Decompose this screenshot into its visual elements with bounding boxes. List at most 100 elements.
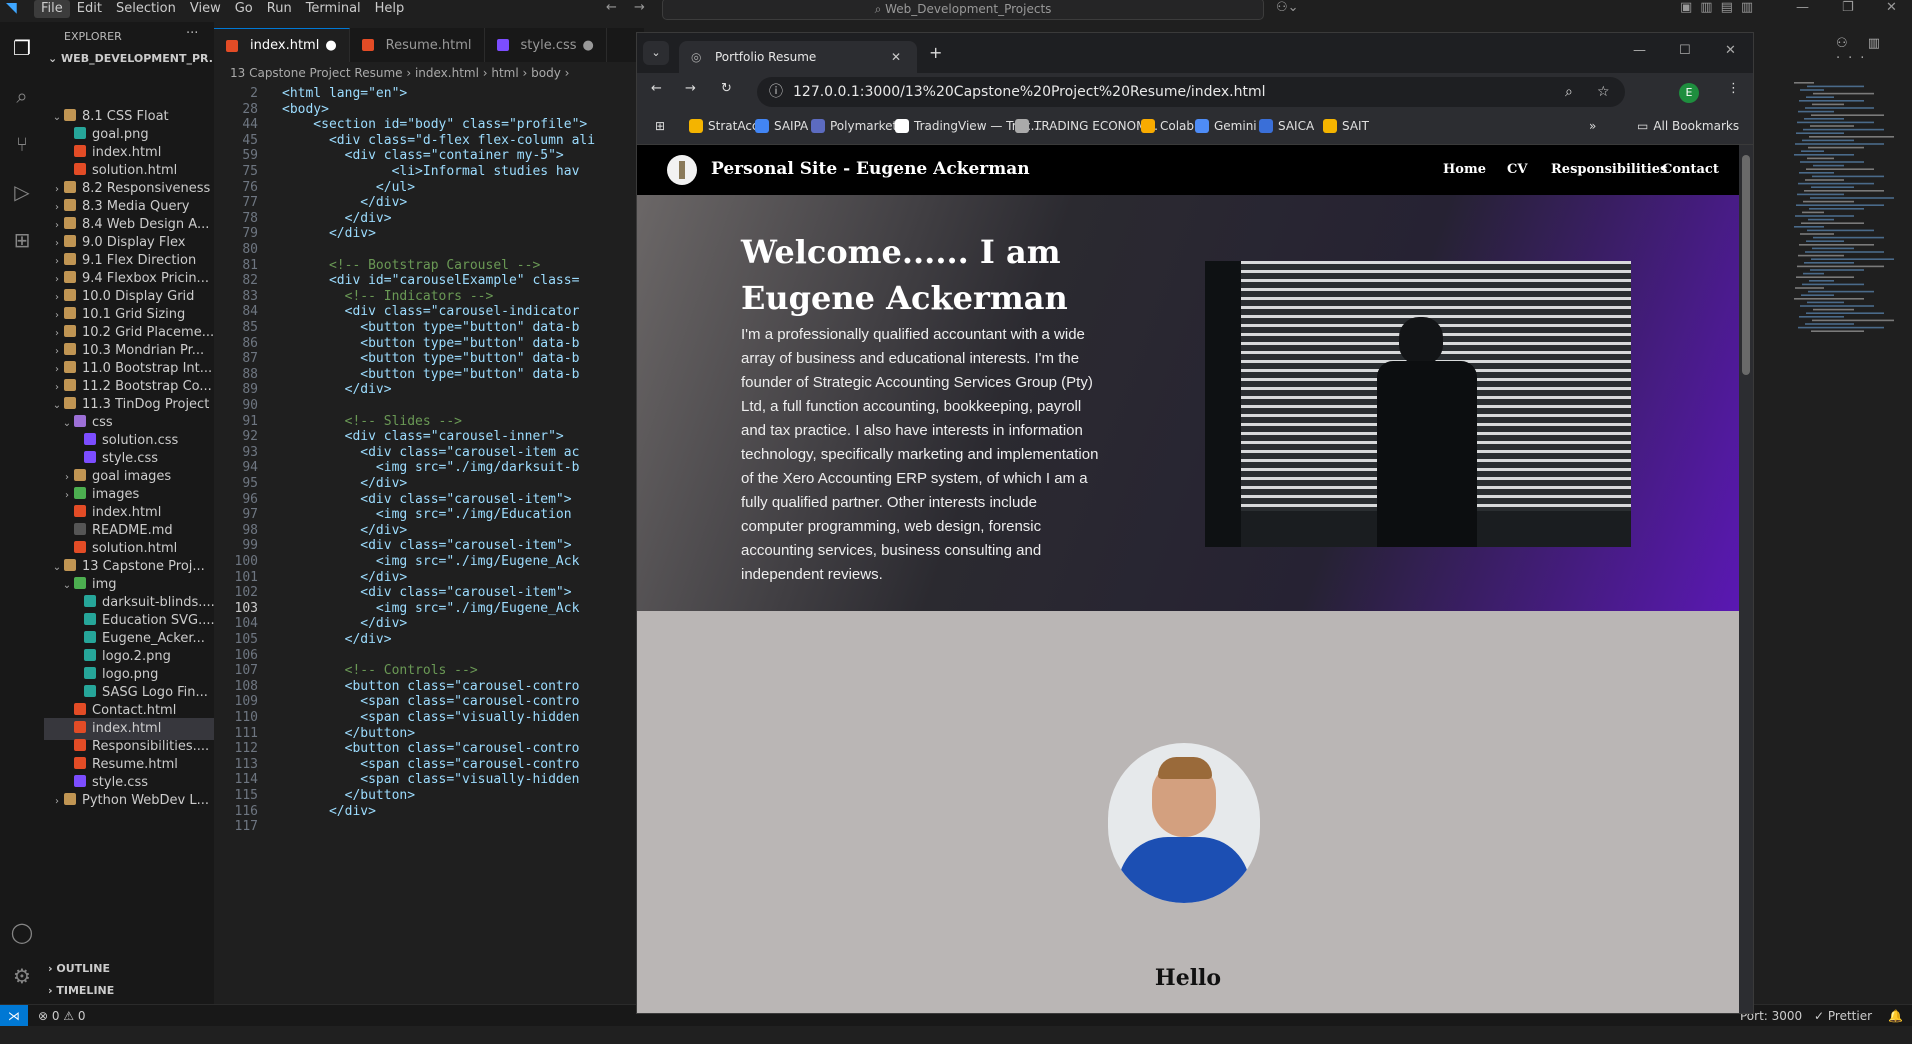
more-bookmarks-icon[interactable]: » — [1589, 119, 1596, 133]
minimize-icon[interactable]: — — [1796, 0, 1809, 15]
extensions-icon[interactable]: ⊞ — [8, 226, 36, 254]
bookmark-star-icon[interactable]: ☆ — [1597, 77, 1610, 107]
problems-indicator[interactable]: ⊗ 0 ⚠ 0 — [38, 1005, 86, 1027]
minimap-line — [1808, 146, 1864, 149]
notifications-bell-icon[interactable]: 🔔 — [1888, 1005, 1903, 1027]
tab-search-icon[interactable]: ⌄ — [643, 41, 669, 65]
bookmark-item[interactable]: Colab — [1141, 119, 1194, 133]
copilot-icon[interactable]: ⚇⌄ — [1276, 0, 1299, 15]
run-debug-icon[interactable]: ▷ — [8, 178, 36, 206]
browser-forward-icon[interactable]: → — [685, 81, 696, 96]
bookmark-item[interactable]: Gemini — [1195, 119, 1257, 133]
timeline-label: TIMELINE — [56, 984, 115, 997]
logo-mark-icon — [679, 161, 685, 179]
browser-close-icon[interactable]: ✕ — [1725, 43, 1736, 58]
scrollbar-thumb[interactable] — [1742, 155, 1750, 375]
breadcrumb[interactable]: 13 Capstone Project Resume › index.html … — [214, 62, 644, 84]
code-line[interactable]: </div> — [282, 224, 376, 243]
tab-style-css[interactable]: style.css ● — [485, 28, 607, 62]
minimap-line — [1802, 139, 1854, 142]
outline-section[interactable]: › OUTLINE — [48, 962, 110, 975]
timeline-section[interactable]: › TIMELINE — [48, 984, 114, 997]
tree-item[interactable]: › Python WebDev L... — [44, 790, 214, 812]
file-icon — [84, 631, 96, 643]
chevron-icon[interactable]: › — [50, 791, 64, 812]
browser-minimize-icon[interactable]: — — [1633, 43, 1646, 58]
file-icon — [74, 703, 86, 715]
nav-contact[interactable]: Contact — [1662, 162, 1719, 177]
browser-scrollbar[interactable] — [1739, 145, 1753, 1013]
source-control-icon[interactable]: ⑂ — [8, 130, 36, 158]
bookmark-favicon-icon — [1015, 119, 1029, 133]
code-line[interactable]: </div> — [282, 802, 376, 821]
bookmark-favicon-icon — [1259, 119, 1273, 133]
site-brand[interactable]: Personal Site - Eugene Ackerman — [711, 159, 1030, 179]
code-line[interactable]: </div> — [282, 380, 392, 399]
bookmark-item[interactable]: SAIT — [1323, 119, 1369, 133]
browser-menu-icon[interactable]: ⋮ — [1727, 81, 1740, 96]
back-arrow-icon[interactable]: ← — [606, 0, 617, 15]
restore-icon[interactable]: ❐ — [1842, 0, 1854, 15]
browser-maximize-icon[interactable]: ☐ — [1679, 43, 1691, 58]
bookmark-item[interactable]: Polymarket — [811, 119, 897, 133]
site-info-icon[interactable]: ⓘ — [769, 77, 783, 107]
minimap-line — [1798, 182, 1874, 185]
tree-item-label: Education SVG.... — [102, 613, 214, 628]
explorer-icon[interactable]: ❐ — [8, 34, 36, 62]
code-editor[interactable]: 2 <html lang="en"> 28 <body> 44 <section id=… — [214, 84, 644, 1000]
error-count: 0 — [51, 1009, 60, 1023]
minimap-line — [1795, 215, 1854, 217]
hero-title: Welcome...... I am Eugene Ackerman — [741, 233, 1068, 317]
bookmark-item[interactable]: SAIPA — [755, 119, 808, 133]
address-bar[interactable]: ⓘ 127.0.0.1:3000/13%20Capstone%20Project… — [757, 77, 1625, 107]
folder-icon — [64, 109, 76, 121]
unsaved-dot-icon[interactable]: ● — [583, 38, 594, 53]
close-tab-icon[interactable]: ✕ — [891, 41, 901, 73]
menu-item-help[interactable]: Help — [368, 0, 412, 18]
profile-avatar[interactable]: E — [1679, 83, 1699, 103]
file-icon — [74, 775, 86, 787]
menu-item-go[interactable]: Go — [228, 0, 260, 18]
remote-indicator-icon[interactable]: ⋊ — [0, 1005, 28, 1027]
editor-actions-icons[interactable]: ⚇ ▥ ··· — [1836, 36, 1912, 66]
menu-item-view[interactable]: View — [183, 0, 228, 18]
bookmark-item[interactable]: TRADING ECONOM... — [1015, 119, 1158, 133]
close-window-icon[interactable]: ✕ — [1886, 0, 1897, 15]
account-icon[interactable]: ◯ — [8, 918, 36, 946]
tab-index-html[interactable]: index.html ● — [214, 28, 350, 62]
unsaved-dot-icon[interactable]: ● — [325, 38, 336, 53]
zoom-icon[interactable]: ⌕ — [1565, 77, 1573, 107]
minimap-line — [1807, 229, 1874, 232]
menu-item-terminal[interactable]: Terminal — [299, 0, 368, 18]
apps-grid-icon[interactable]: ⊞ — [655, 119, 665, 133]
menu-item-edit[interactable]: Edit — [70, 0, 109, 18]
settings-gear-icon[interactable]: ⚙ — [8, 962, 36, 990]
minimap-line — [1798, 254, 1844, 257]
layout-toggle-icons[interactable]: ▣▥▤▥ — [1680, 0, 1761, 15]
bookmark-item[interactable]: StratAcc — [689, 119, 759, 133]
prettier-status[interactable]: ✓ Prettier — [1814, 1005, 1872, 1027]
tab-resume-html[interactable]: Resume.html — [350, 28, 485, 62]
code-line[interactable]: </div> — [282, 630, 392, 649]
all-bookmarks[interactable]: ▭ All Bookmarks — [1637, 119, 1739, 133]
command-center-search[interactable]: ⌕ Web_Development_Projects — [662, 0, 1264, 20]
nav-home[interactable]: Home — [1443, 162, 1486, 177]
minimap[interactable] — [1790, 82, 1906, 362]
menu-item-file[interactable]: File — [34, 0, 70, 18]
nav-responsibilities[interactable]: Responsibilities — [1551, 162, 1667, 177]
forward-arrow-icon[interactable]: → — [634, 0, 645, 15]
reload-icon[interactable]: ↻ — [721, 81, 732, 96]
more-actions-icon[interactable]: ··· — [186, 26, 198, 41]
site-logo[interactable] — [667, 155, 697, 185]
bookmark-item[interactable]: SAICA — [1259, 119, 1314, 133]
hero-carousel-image[interactable] — [1205, 261, 1631, 547]
folder-icon — [64, 235, 76, 247]
menu-item-run[interactable]: Run — [260, 0, 299, 18]
search-icon[interactable]: ⌕ — [8, 82, 36, 110]
nav-cv[interactable]: CV — [1507, 162, 1527, 177]
browser-back-icon[interactable]: ← — [651, 81, 662, 96]
browser-tab-portfolio[interactable]: ◎ Portfolio Resume ✕ — [679, 41, 917, 73]
new-tab-icon[interactable]: + — [929, 43, 942, 62]
menu-item-selection[interactable]: Selection — [109, 0, 183, 18]
workspace-header[interactable]: ⌄ WEB_DEVELOPMENT_PR... — [48, 52, 214, 65]
